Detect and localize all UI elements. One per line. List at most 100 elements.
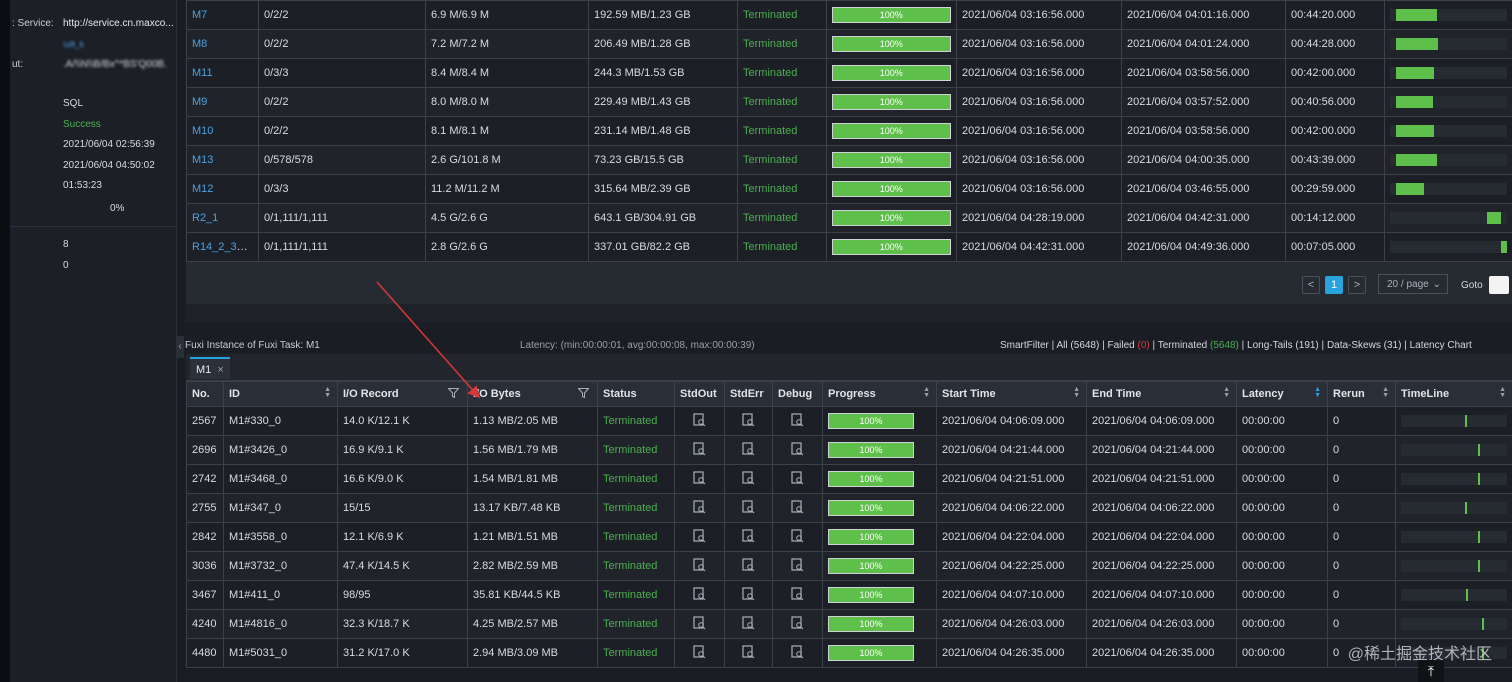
stdout-log-icon[interactable] [693, 615, 706, 633]
stderr-log-icon[interactable] [742, 412, 755, 430]
sort-icon[interactable]: ▲ ▼ [1223, 386, 1230, 399]
task-name-link[interactable]: M11 [192, 67, 213, 79]
debug-log-icon[interactable] [791, 470, 804, 488]
column-header-stdout[interactable]: StdOut [674, 381, 725, 407]
column-header-i-o-bytes[interactable]: I/O Bytes [467, 381, 598, 407]
stderr-log-icon[interactable] [742, 644, 755, 662]
filter-icon[interactable] [447, 388, 460, 401]
column-header-status[interactable]: Status [597, 381, 675, 407]
instance-row[interactable]: 2742 M1#3468_0 16.6 K/9.0 K 1.54 MB/1.81 MB… [186, 464, 1512, 494]
column-header-i-o-record[interactable]: I/O Record [337, 381, 468, 407]
debug-log-icon[interactable] [791, 644, 804, 662]
collapse-panel-button[interactable]: ‹ [176, 336, 184, 358]
task-name-link[interactable]: M10 [192, 125, 213, 137]
stdout-log-icon[interactable] [693, 412, 706, 430]
task-latency: 00:40:56.000 [1291, 96, 1356, 108]
sort-icon[interactable]: ▲ ▼ [923, 386, 930, 399]
column-header-no-[interactable]: No. [186, 381, 224, 407]
stdout-log-icon[interactable] [693, 441, 706, 459]
instance-row[interactable]: 4240 M1#4816_0 32.3 K/18.7 K 4.25 MB/2.57 M… [186, 609, 1512, 639]
task-name-link[interactable]: M9 [192, 96, 207, 108]
stderr-log-icon[interactable] [742, 557, 755, 575]
task-row[interactable]: M7 0/2/2 6.9 M/6.9 M 192.59 MB/1.23 GB Termi… [186, 0, 1512, 30]
instance-row[interactable]: 3467 M1#411_0 98/95 35.81 KB/44.5 KB Termina… [186, 580, 1512, 610]
stdout-log-icon[interactable] [693, 470, 706, 488]
task-row[interactable]: M10 0/2/2 8.1 M/8.1 M 231.14 MB/1.48 GB Term… [186, 116, 1512, 146]
task-name-link[interactable]: M7 [192, 9, 207, 21]
instance-row[interactable]: 2567 M1#330_0 14.0 K/12.1 K 1.13 MB/2.05 MB… [186, 406, 1512, 436]
debug-log-icon[interactable] [791, 615, 804, 633]
task-row[interactable]: M8 0/2/2 7.2 M/7.2 M 206.49 MB/1.28 GB Termi… [186, 29, 1512, 59]
pagination-page-1[interactable]: 1 [1325, 276, 1343, 294]
task-name-link[interactable]: R2_1 [192, 212, 218, 224]
debug-log-icon[interactable] [791, 557, 804, 575]
blurred-link[interactable]: \ulll_b [63, 40, 84, 49]
filter-long-tails[interactable]: Long-Tails (191) [1247, 340, 1319, 351]
instance-row[interactable]: 3036 M1#3732_0 47.4 K/14.5 K 2.82 MB/2.59 M… [186, 551, 1512, 581]
debug-log-icon[interactable] [791, 412, 804, 430]
column-header-id[interactable]: ID ▲ ▼ [223, 381, 338, 407]
stderr-log-icon[interactable] [742, 499, 755, 517]
stderr-log-icon[interactable] [742, 470, 755, 488]
task-row[interactable]: M13 0/578/578 2.6 G/101.8 M 73.23 GB/15.5 G… [186, 145, 1512, 175]
arrow-up-to-top-icon[interactable]: ⤒ [1418, 660, 1444, 682]
instance-start-time: 2021/06/04 04:06:09.000 [942, 415, 1065, 427]
instance-io-bytes: 2.82 MB/2.59 MB [473, 560, 558, 572]
task-row[interactable]: M11 0/3/3 8.4 M/8.4 M 244.3 MB/1.53 GB Termi… [186, 58, 1512, 88]
stdout-log-icon[interactable] [693, 586, 706, 604]
debug-log-icon[interactable] [791, 528, 804, 546]
column-header-start-time[interactable]: Start Time ▲ ▼ [936, 381, 1087, 407]
filter-data-skews[interactable]: Data-Skews (31) [1327, 340, 1401, 351]
latency-chart-link[interactable]: Latency Chart [1410, 340, 1472, 351]
pagination-prev-button[interactable]: < [1302, 276, 1320, 294]
debug-log-icon[interactable] [791, 499, 804, 517]
pagination-next-button[interactable]: > [1348, 276, 1366, 294]
field-label: ut: [12, 59, 24, 70]
task-row[interactable]: M12 0/3/3 11.2 M/11.2 M 315.64 MB/2.39 GB Te… [186, 174, 1512, 204]
column-header-end-time[interactable]: End Time ▲ ▼ [1086, 381, 1237, 407]
stderr-log-icon[interactable] [742, 528, 755, 546]
task-row[interactable]: M9 0/2/2 8.0 M/8.0 M 229.49 MB/1.43 GB Termi… [186, 87, 1512, 117]
instance-row[interactable]: 2755 M1#347_0 15/15 13.17 KB/7.48 KB Termina… [186, 493, 1512, 523]
stderr-log-icon[interactable] [742, 441, 755, 459]
task-name-link[interactable]: M12 [192, 183, 213, 195]
filter-all[interactable]: All (5648) [1057, 340, 1100, 351]
tab-m1[interactable]: M1 × [190, 357, 230, 379]
sort-icon[interactable]: ▲ ▼ [1499, 386, 1506, 399]
service-value[interactable]: http://service.cn.maxco... [63, 18, 174, 29]
debug-log-icon[interactable] [791, 441, 804, 459]
instance-row[interactable]: 2696 M1#3426_0 16.9 K/9.1 K 1.56 MB/1.79 MB… [186, 435, 1512, 465]
column-header-latency[interactable]: Latency ▲ ▼ [1236, 381, 1328, 407]
task-row[interactable]: R14_2_3_4_... 0/1,111/1,111 2.8 G/2.6 G 337… [186, 232, 1512, 262]
stdout-log-icon[interactable] [693, 528, 706, 546]
column-header-timeline[interactable]: TimeLine ▲ ▼ [1395, 381, 1512, 407]
instance-row[interactable]: 2842 M1#3558_0 12.1 K/6.9 K 1.21 MB/1.51 MB… [186, 522, 1512, 552]
stderr-log-icon[interactable] [742, 586, 755, 604]
filter-terminated[interactable]: Terminated (5648) [1158, 340, 1239, 351]
column-header-progress[interactable]: Progress ▲ ▼ [822, 381, 937, 407]
stderr-log-icon[interactable] [742, 615, 755, 633]
task-name-link[interactable]: R14_2_3_4_... [192, 241, 258, 253]
task-start: 2021/06/04 03:16:56.000 [962, 38, 1085, 50]
stdout-log-icon[interactable] [693, 499, 706, 517]
sort-icon[interactable]: ▲ ▼ [1382, 386, 1389, 399]
close-icon[interactable]: × [217, 364, 223, 376]
page-size-select[interactable]: 20 / page ⌄ [1378, 274, 1448, 294]
debug-log-icon[interactable] [791, 586, 804, 604]
sort-icon[interactable]: ▲ ▼ [324, 386, 331, 399]
instance-row[interactable]: 4480 M1#5031_0 31.2 K/17.0 K 2.94 MB/3.09 M… [186, 638, 1512, 668]
column-header-debug[interactable]: Debug [772, 381, 823, 407]
task-name-link[interactable]: M8 [192, 38, 207, 50]
sort-icon[interactable]: ▲ ▼ [1314, 386, 1321, 399]
task-name-link[interactable]: M13 [192, 154, 213, 166]
filter-failed[interactable]: Failed (0) [1107, 340, 1149, 351]
task-row[interactable]: R2_1 0/1,111/1,111 4.5 G/2.6 G 643.1 GB/304… [186, 203, 1512, 233]
filter-icon[interactable] [577, 388, 590, 401]
column-header-rerun[interactable]: Rerun ▲ ▼ [1327, 381, 1396, 407]
instance-panel-title: Fuxi Instance of Fuxi Task: M1 [185, 340, 320, 351]
stdout-log-icon[interactable] [693, 557, 706, 575]
column-header-stderr[interactable]: StdErr [724, 381, 773, 407]
stdout-log-icon[interactable] [693, 644, 706, 662]
sort-icon[interactable]: ▲ ▼ [1073, 386, 1080, 399]
goto-input[interactable] [1489, 276, 1509, 294]
